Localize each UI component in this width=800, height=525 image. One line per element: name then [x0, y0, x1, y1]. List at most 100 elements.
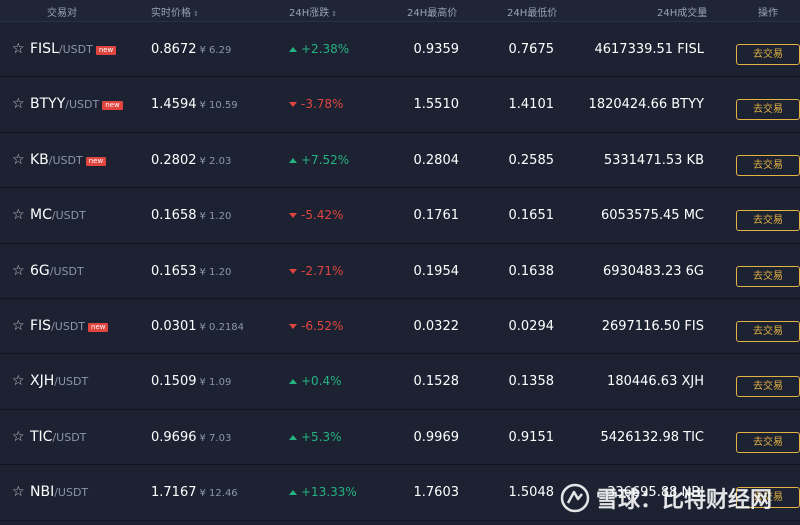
- trading-pair[interactable]: FIS/USDT new: [30, 299, 109, 354]
- favorite-star-icon[interactable]: ☆: [12, 77, 25, 132]
- trading-pair[interactable]: FISL/USDT new: [30, 22, 117, 77]
- trade-button[interactable]: 去交易: [736, 376, 800, 398]
- change-cell: -2.71%: [289, 244, 343, 299]
- cny-price: ¥ 0.2184: [199, 321, 245, 333]
- change-cell: +0.4%: [289, 354, 342, 409]
- cny-price: ¥ 1.20: [199, 266, 232, 278]
- triangle-down-icon: [289, 323, 297, 329]
- cny-price: ¥ 1.09: [199, 377, 232, 389]
- favorite-star-icon[interactable]: ☆: [12, 22, 25, 77]
- trade-button[interactable]: 去交易: [736, 210, 800, 232]
- low-price: 0.1651: [508, 208, 555, 224]
- high-price: 1.5510: [413, 97, 460, 113]
- pair-quote[interactable]: /USDT: [59, 43, 93, 56]
- trading-pair[interactable]: NBI/USDT: [30, 465, 88, 520]
- new-badge: new: [85, 156, 107, 166]
- pair-base[interactable]: KB: [30, 152, 49, 168]
- favorite-star-icon[interactable]: ☆: [12, 410, 25, 465]
- pair-base[interactable]: FISL: [30, 41, 59, 57]
- trading-pair[interactable]: MC/USDT: [30, 188, 86, 243]
- change-percent: -2.71%: [301, 263, 344, 278]
- change-percent: -6.52%: [301, 318, 344, 333]
- favorite-star-icon[interactable]: ☆: [12, 299, 25, 354]
- pair-base[interactable]: BTYY: [30, 96, 65, 112]
- col-price[interactable]: 实时价格: [151, 8, 191, 19]
- low-price: 0.7675: [508, 42, 555, 57]
- pair-base[interactable]: TIC: [30, 429, 52, 445]
- table-header: 交易对 实时价格 ⇕ 24H涨跌 ⇕ 24H最高价 24H最低价 24H成交量 操作: [0, 0, 800, 22]
- favorite-star-icon[interactable]: ☆: [12, 465, 25, 520]
- pair-quote[interactable]: /USDT: [49, 154, 83, 167]
- trading-pair[interactable]: XJH/USDT: [30, 354, 88, 409]
- table-row[interactable]: ☆ FIS/USDT new 0.0301 ¥ 0.2184 -6.52% 0.0322 0.…: [0, 298, 800, 355]
- trade-button[interactable]: 去交易: [736, 487, 800, 509]
- trading-pair[interactable]: KB/USDT new: [30, 133, 107, 188]
- pair-quote[interactable]: /USDT: [50, 265, 84, 278]
- pair-quote[interactable]: /USDT: [52, 209, 86, 222]
- volume: 2697116.50 FIS: [601, 318, 704, 334]
- cny-price: ¥ 7.03: [199, 432, 232, 444]
- pair-base[interactable]: MC: [30, 207, 52, 223]
- table-row[interactable]: ☆ 6G/USDT 0.1653 ¥ 1.20 -2.71% 0.1954 0.1638 69…: [0, 243, 800, 299]
- pair-base[interactable]: XJH: [30, 373, 54, 389]
- trade-button[interactable]: 去交易: [736, 99, 800, 121]
- pair-quote[interactable]: /USDT: [54, 486, 88, 499]
- col-change[interactable]: 24H涨跌: [289, 8, 329, 19]
- table-row[interactable]: ☆ XJH/USDT 0.1509 ¥ 1.09 +0.4% 0.1528 0.1358 18…: [0, 354, 800, 410]
- price-cell: 0.0301 ¥ 0.2184: [151, 299, 244, 354]
- trade-button[interactable]: 去交易: [736, 44, 800, 65]
- trading-pair[interactable]: BTYY/USDT new: [30, 77, 123, 132]
- favorite-star-icon[interactable]: ☆: [12, 244, 25, 299]
- triangle-up-icon: [289, 434, 297, 440]
- low-price: 1.4101: [508, 97, 555, 113]
- trading-pair[interactable]: TIC/USDT: [30, 410, 86, 465]
- price-cell: 0.9696 ¥ 7.03: [151, 410, 231, 465]
- sort-price-icon[interactable]: ⇕: [193, 10, 199, 18]
- trading-pair[interactable]: 6G/USDT: [30, 244, 84, 299]
- pair-quote[interactable]: /USDT: [52, 431, 86, 444]
- trade-button[interactable]: 去交易: [736, 320, 800, 342]
- cny-price: ¥ 1.20: [199, 211, 232, 223]
- last-price: 1.7167: [151, 485, 197, 501]
- change-cell: -6.52%: [289, 299, 343, 354]
- change-percent: -5.42%: [301, 208, 344, 223]
- trade-button[interactable]: 去交易: [736, 154, 800, 176]
- favorite-star-icon[interactable]: ☆: [12, 354, 25, 409]
- table-row[interactable]: ☆ MC/USDT 0.1658 ¥ 1.20 -5.42% 0.1761 0.1651 60…: [0, 188, 800, 244]
- col-change-wrap[interactable]: 24H涨跌 ⇕: [289, 4, 337, 19]
- col-low: 24H最低价: [507, 8, 558, 19]
- trade-button[interactable]: 去交易: [736, 431, 800, 453]
- sort-change-icon[interactable]: ⇕: [331, 10, 337, 18]
- favorite-star-icon[interactable]: ☆: [12, 133, 25, 188]
- change-cell: +5.3%: [289, 410, 342, 465]
- price-cell: 1.4594 ¥ 10.59: [151, 77, 238, 132]
- volume: 5426132.98 TIC: [600, 429, 704, 445]
- last-price: 0.8672: [151, 42, 197, 57]
- high-price: 0.0322: [413, 318, 460, 334]
- col-pair: 交易对: [47, 8, 77, 19]
- high-price: 0.1528: [413, 374, 460, 390]
- change-percent: -3.78%: [301, 97, 344, 112]
- table-row[interactable]: ☆ KB/USDT new 0.2802 ¥ 2.03 +7.52% 0.2804 0.258…: [0, 132, 800, 189]
- pair-base[interactable]: 6G: [30, 263, 50, 279]
- market-table-body: ☆ FISL/USDT new 0.8672 ¥ 6.29 +2.38% 0.9359 0.7…: [0, 22, 800, 521]
- pair-quote[interactable]: /USDT: [54, 375, 88, 388]
- high-price: 0.9359: [413, 42, 460, 57]
- favorite-star-icon[interactable]: ☆: [12, 188, 25, 243]
- pair-base[interactable]: NBI: [30, 484, 54, 500]
- col-action: 操作: [758, 8, 778, 19]
- table-row[interactable]: ☆ BTYY/USDT new 1.4594 ¥ 10.59 -3.78% 1.5510 1.…: [0, 77, 800, 133]
- pair-quote[interactable]: /USDT: [51, 320, 85, 333]
- table-row[interactable]: ☆ TIC/USDT 0.9696 ¥ 7.03 +5.3% 0.9969 0.9151 54…: [0, 409, 800, 466]
- cny-price: ¥ 6.29: [199, 45, 232, 56]
- table-row[interactable]: ☆ FISL/USDT new 0.8672 ¥ 6.29 +2.38% 0.9359 0.7…: [0, 22, 800, 78]
- trade-button[interactable]: 去交易: [736, 265, 800, 287]
- pair-base[interactable]: FIS: [30, 318, 51, 334]
- volume: 336695.88 NBI: [607, 485, 704, 501]
- table-row[interactable]: ☆ NBI/USDT 1.7167 ¥ 12.46 +13.33% 1.7603 1.504…: [0, 465, 800, 521]
- price-cell: 0.8672 ¥ 6.29: [151, 22, 231, 77]
- pair-quote[interactable]: /USDT: [65, 98, 99, 111]
- col-price-wrap[interactable]: 实时价格 ⇕: [151, 4, 199, 19]
- high-price: 0.2804: [413, 152, 460, 168]
- price-cell: 1.7167 ¥ 12.46: [151, 465, 238, 520]
